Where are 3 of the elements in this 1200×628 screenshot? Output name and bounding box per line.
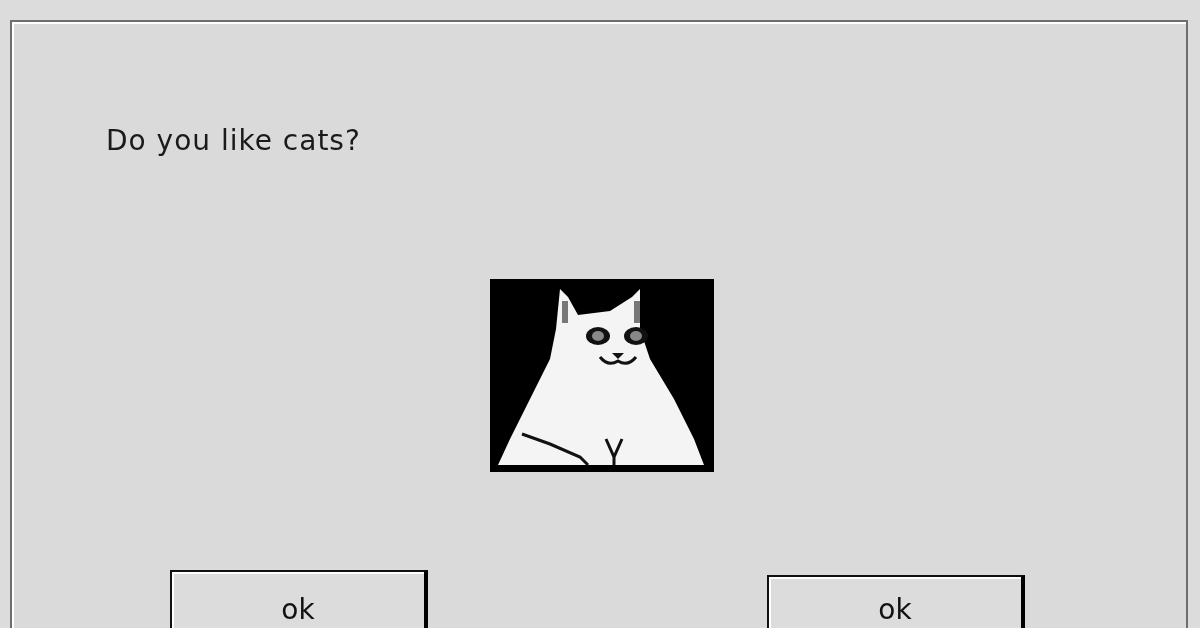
question-text: Do you like cats? bbox=[106, 124, 362, 157]
ok-button[interactable]: ok bbox=[170, 570, 428, 628]
ok-button[interactable]: ok bbox=[767, 575, 1025, 628]
